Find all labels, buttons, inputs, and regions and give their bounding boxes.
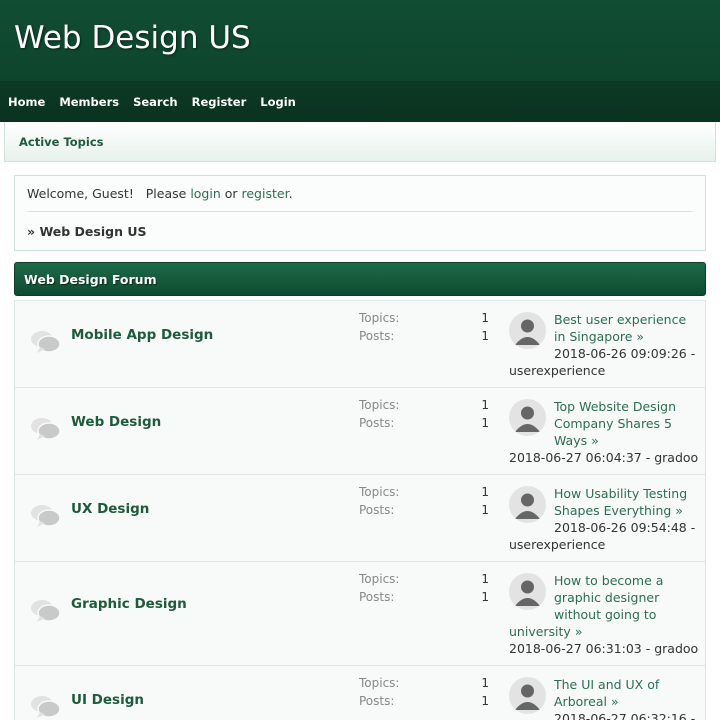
last-post-arrow[interactable]: » [675,503,683,518]
register-link[interactable]: register [242,186,289,201]
last-post: How Usability Testing Shapes Everything … [509,485,699,553]
topics-label: Topics: [359,311,400,325]
site-header: Web Design US [0,0,720,82]
category-title[interactable]: Web Design Forum [24,272,157,287]
board-list: Mobile App Design Topics: 1 Posts: 1 Best … [14,300,706,720]
last-post-title[interactable]: Top Website Design Company Shares 5 Ways [554,399,676,448]
board-row: Mobile App Design Topics: 1 Posts: 1 Best … [14,300,706,388]
board-name[interactable]: UX Design [71,501,149,517]
last-post: Best user experience in Singapore » 2018… [509,311,699,379]
avatar [509,486,546,523]
board-stats: Topics: 1 Posts: 1 [359,398,489,434]
last-post-title[interactable]: The UI and UX of Arboreal [554,677,659,709]
breadcrumb-marker: » [27,224,36,239]
forum-bubbles-icon [31,418,61,440]
active-topics-link[interactable]: Active Topics [19,135,104,149]
site-title[interactable]: Web Design US [14,20,251,56]
last-post-arrow[interactable]: » [575,624,583,639]
breadcrumb: » Web Design US [27,224,147,239]
forum-bubbles-icon [31,600,61,622]
welcome-panel: Welcome, Guest! Please login or register… [14,175,706,251]
posts-count: 1 [481,694,489,708]
category-header: Web Design Forum [14,262,706,296]
user-silhouette-icon [515,493,540,519]
user-silhouette-icon [515,684,540,710]
avatar [509,677,546,714]
last-post-arrow[interactable]: » [591,433,599,448]
sub-navbar: Active Topics [4,122,716,162]
posts-label: Posts: [359,416,395,430]
nav-register[interactable]: Register [192,95,247,109]
avatar [509,399,546,436]
posts-count: 1 [481,416,489,430]
board-row: Graphic Design Topics: 1 Posts: 1 How to b… [14,562,706,666]
welcome-suffix: . [288,186,293,201]
board-row: Web Design Topics: 1 Posts: 1 Top Website … [14,388,706,475]
user-silhouette-icon [515,580,540,606]
nav-members[interactable]: Members [59,95,119,109]
topics-label: Topics: [359,676,400,690]
welcome-or: or [220,186,242,201]
forum-bubbles-icon [31,505,61,527]
posts-count: 1 [481,503,489,517]
topics-count: 1 [481,311,489,325]
last-post-title[interactable]: Best user experience in Singapore [554,312,686,344]
topics-count: 1 [481,398,489,412]
last-post-arrow[interactable]: » [611,694,619,709]
board-row: UI Design Topics: 1 Posts: 1 The UI and UX… [14,666,706,720]
last-post-title[interactable]: How Usability Testing Shapes Everything [554,486,687,518]
topics-label: Topics: [359,572,400,586]
topics-count: 1 [481,572,489,586]
board-stats: Topics: 1 Posts: 1 [359,676,489,712]
last-post: Top Website Design Company Shares 5 Ways… [509,398,699,466]
topics-label: Topics: [359,398,400,412]
welcome-message: Welcome, Guest! Please login or register… [27,186,293,201]
last-post-meta: 2018-06-26 09:54:48 - userexperience [509,520,696,552]
board-name[interactable]: UI Design [71,692,144,708]
user-silhouette-icon [515,319,540,345]
topics-label: Topics: [359,485,400,499]
user-silhouette-icon [515,406,540,432]
nav-search[interactable]: Search [133,95,178,109]
topics-count: 1 [481,485,489,499]
login-link[interactable]: login [190,186,220,201]
welcome-divider [27,211,693,212]
board-row: UX Design Topics: 1 Posts: 1 How Usability… [14,475,706,562]
board-stats: Topics: 1 Posts: 1 [359,572,489,608]
welcome-prefix: Welcome, Guest! Please [27,186,191,201]
nav-home[interactable]: Home [8,95,45,109]
main-navbar: Home Members Search Register Login [0,82,720,122]
forum-bubbles-icon [31,696,61,718]
nav-login[interactable]: Login [260,95,296,109]
last-post-meta: 2018-06-27 06:32:16 - gradoo [554,711,696,720]
forum-bubbles-icon [31,331,61,353]
board-name[interactable]: Mobile App Design [71,327,213,343]
breadcrumb-forum[interactable]: Web Design US [39,224,146,239]
board-name[interactable]: Web Design [71,414,161,430]
topics-count: 1 [481,676,489,690]
board-stats: Topics: 1 Posts: 1 [359,485,489,521]
last-post-meta: 2018-06-27 06:31:03 - gradoo [509,641,699,656]
board-stats: Topics: 1 Posts: 1 [359,311,489,347]
last-post: The UI and UX of Arboreal » 2018-06-27 0… [509,676,699,720]
posts-label: Posts: [359,503,395,517]
last-post-meta: 2018-06-26 09:09:26 - userexperience [509,346,696,378]
posts-label: Posts: [359,329,395,343]
last-post-arrow[interactable]: » [636,329,644,344]
avatar [509,573,546,610]
posts-label: Posts: [359,590,395,604]
posts-count: 1 [481,590,489,604]
avatar [509,312,546,349]
posts-count: 1 [481,329,489,343]
last-post: How to become a graphic designer without… [509,572,699,657]
last-post-meta: 2018-06-27 06:04:37 - gradoo [509,450,699,465]
posts-label: Posts: [359,694,395,708]
board-name[interactable]: Graphic Design [71,596,187,612]
